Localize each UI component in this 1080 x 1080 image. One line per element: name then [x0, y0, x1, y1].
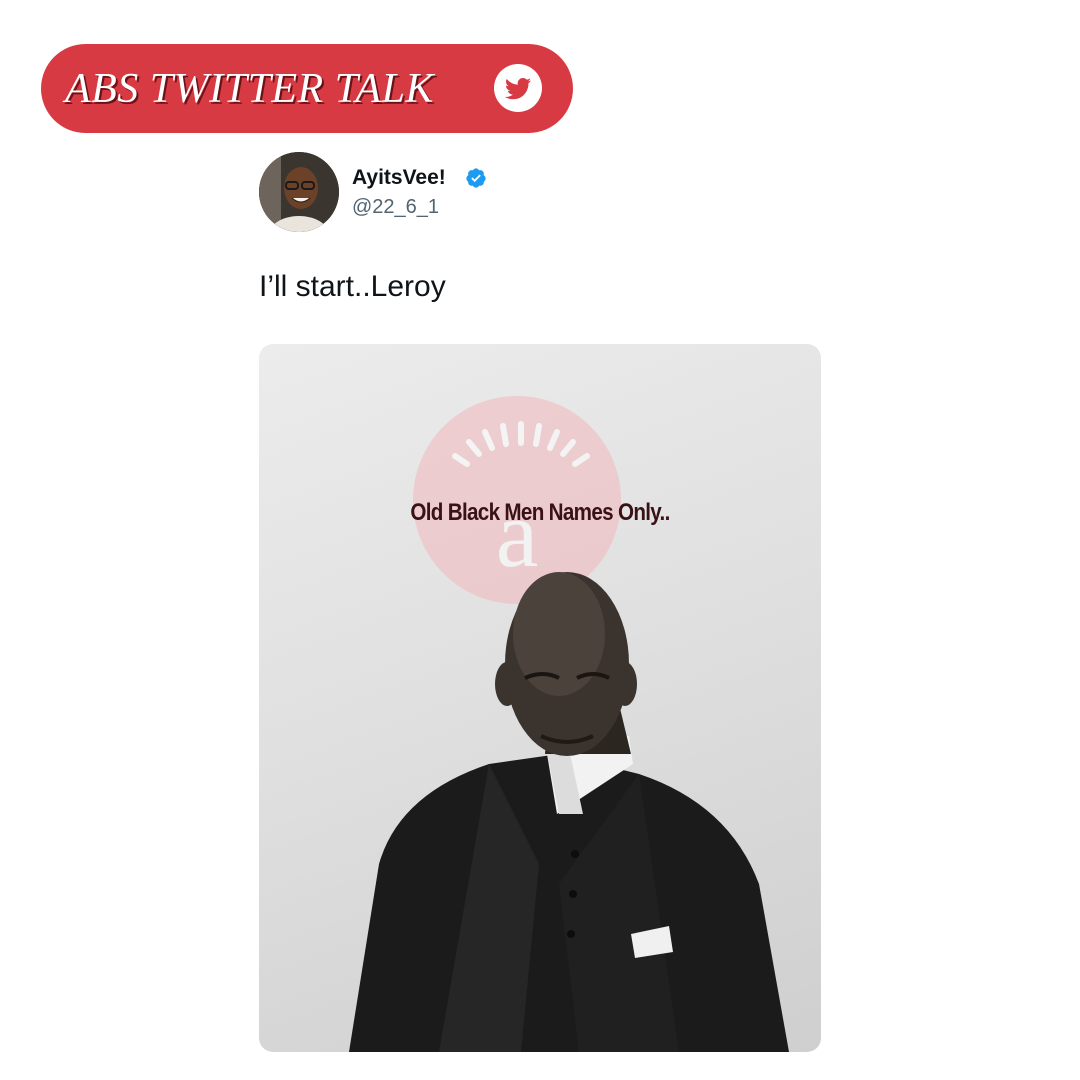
abs-twitter-talk-banner: ABS TWITTER TALK: [41, 44, 573, 133]
handle[interactable]: @22_6_1: [352, 196, 439, 219]
display-name[interactable]: AyitsVee!: [352, 166, 446, 190]
avatar-photo: [259, 152, 339, 232]
avatar[interactable]: [259, 152, 339, 232]
photo-illustration: a: [349, 396, 789, 1052]
banner-title: ABS TWITTER TALK: [65, 65, 434, 112]
svg-text:a: a: [496, 480, 539, 587]
media-caption: Old Black Men Names Only..: [410, 499, 670, 526]
verified-badge-icon: [465, 167, 487, 189]
twitter-bird-icon: [494, 64, 542, 112]
tweet-media-image[interactable]: a Old Black Men Names Only..: [259, 344, 821, 1052]
tweet-text: I’ll start..Leroy: [259, 270, 446, 303]
